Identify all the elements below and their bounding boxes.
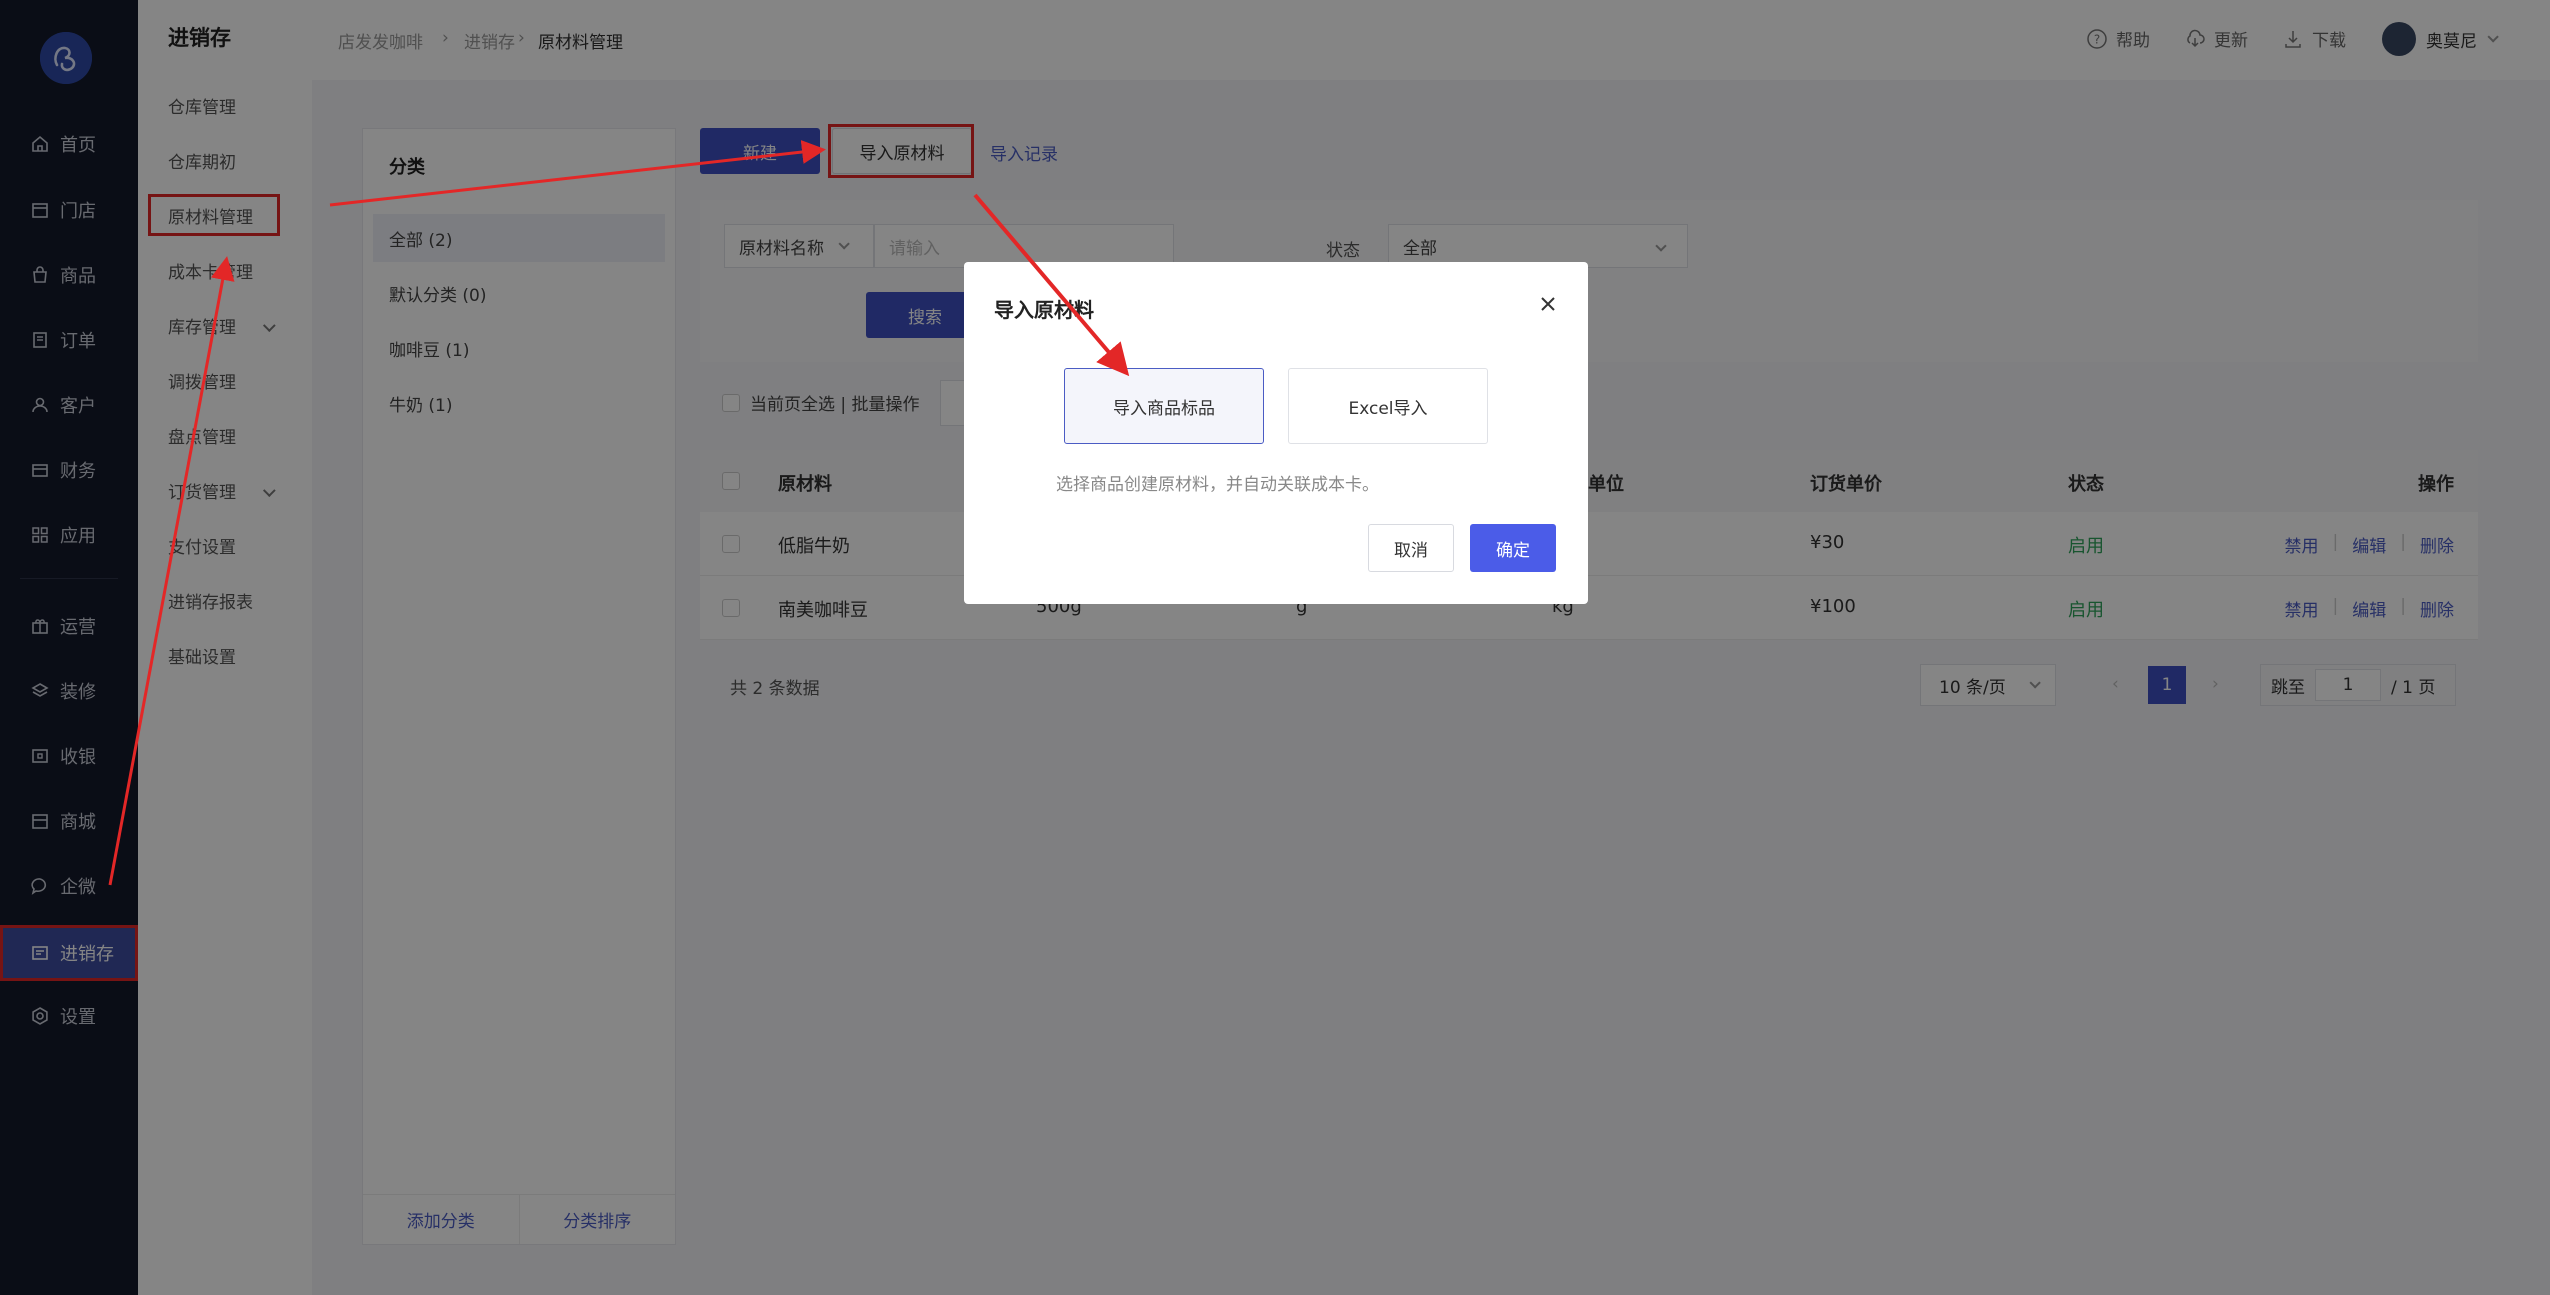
close-icon[interactable] <box>1536 292 1560 316</box>
cancel-button[interactable]: 取消 <box>1368 524 1454 572</box>
import-standard-goods-option[interactable]: 导入商品标品 <box>1064 368 1264 444</box>
confirm-button[interactable]: 确定 <box>1470 524 1556 572</box>
modal-overlay[interactable] <box>0 0 2550 1295</box>
dialog-hint: 选择商品创建原材料，并自动关联成本卡。 <box>1056 475 1379 495</box>
excel-import-option[interactable]: Excel导入 <box>1288 368 1488 444</box>
dialog-title: 导入原材料 <box>994 298 1094 322</box>
import-dialog: 导入原材料 导入商品标品 Excel导入 选择商品创建原材料，并自动关联成本卡。… <box>964 262 1588 604</box>
